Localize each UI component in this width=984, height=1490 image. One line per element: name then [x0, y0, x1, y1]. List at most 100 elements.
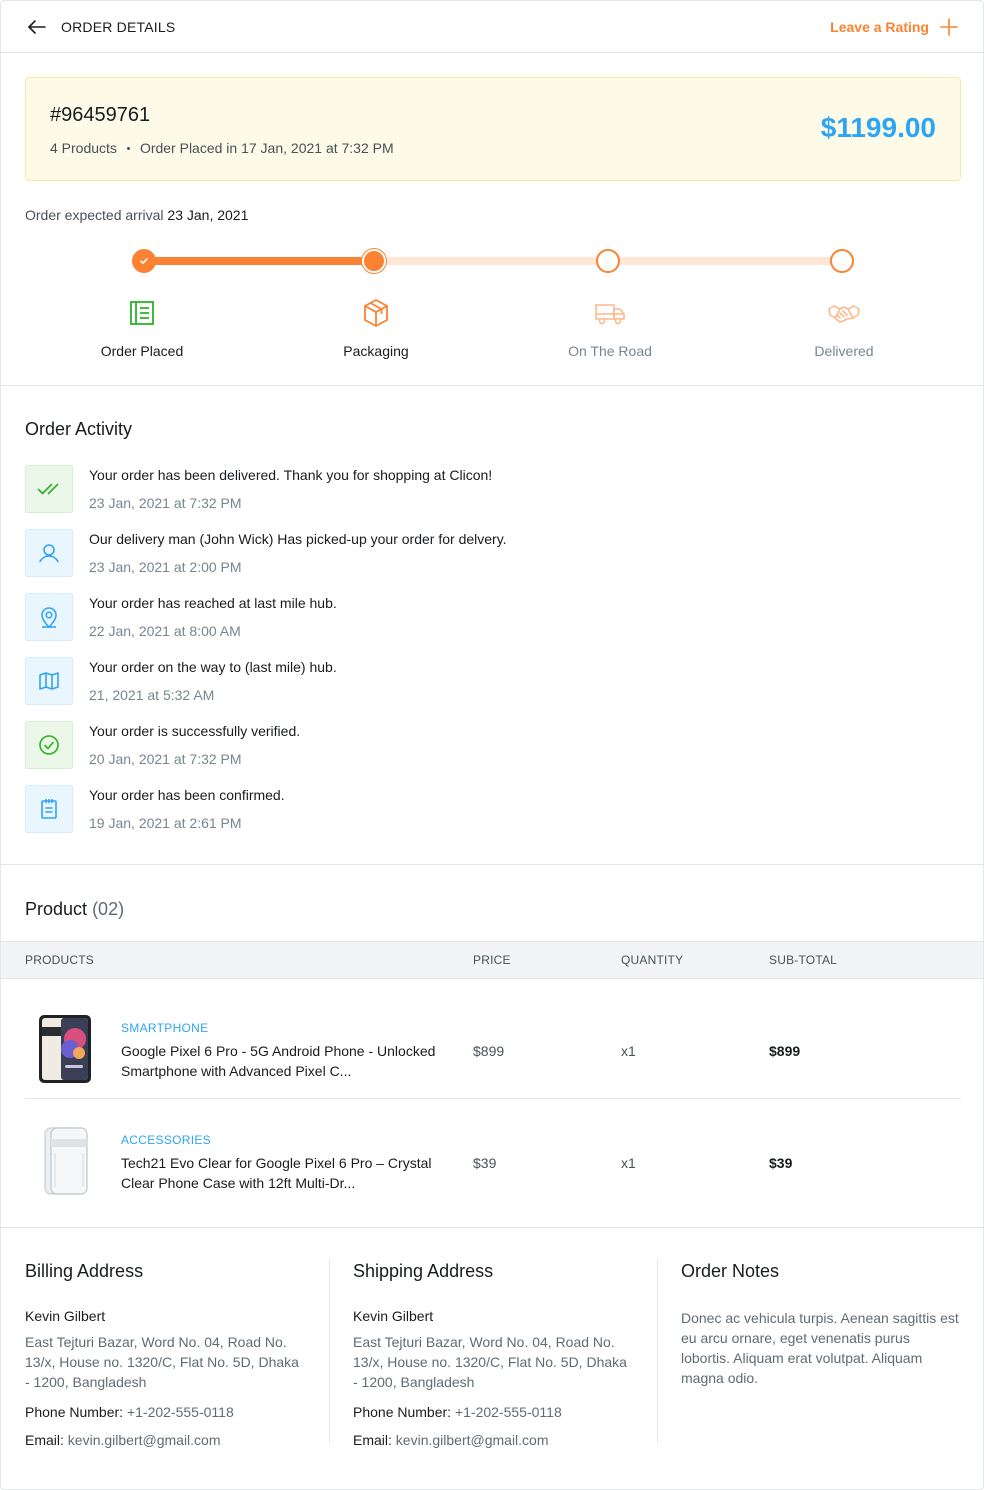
column-header-quantity: QUANTITY	[621, 953, 684, 967]
table-row[interactable]: ACCESSORIES Tech21 Evo Clear for Google …	[25, 1099, 961, 1211]
billing-email-value: kevin.gilbert@gmail.com	[67, 1432, 221, 1448]
map-pin-icon	[25, 593, 73, 641]
activity-time: 23 Jan, 2021 at 2:00 PM	[89, 559, 242, 575]
package-icon	[360, 297, 392, 329]
column-divider	[657, 1259, 658, 1443]
arrival-date: 23 Jan, 2021	[167, 207, 249, 223]
order-id: #96459761	[50, 104, 151, 126]
billing-address-block: Billing Address Kevin Gilbert East Tejtu…	[25, 1261, 305, 1460]
order-details-panel: ORDER DETAILS Leave a Rating #96459761 4…	[0, 0, 984, 1490]
order-meta: 4 Products Order Placed in 17 Jan, 2021 …	[50, 140, 394, 156]
product-section-title: Product (02)	[25, 899, 124, 920]
product-price: $39	[473, 1155, 497, 1171]
shipping-phone: Phone Number: +1-202-555-0118	[353, 1404, 633, 1420]
product-image-case[interactable]	[35, 1125, 95, 1197]
billing-name: Kevin Gilbert	[25, 1308, 106, 1324]
activity-item: Our delivery man (John Wick) Has picked-…	[25, 529, 925, 577]
step-label-order-placed: Order Placed	[100, 343, 184, 359]
table-header: PRODUCTS PRICE QUANTITY SUB-TOTAL	[1, 941, 983, 979]
activity-time: 19 Jan, 2021 at 2:61 PM	[89, 815, 242, 831]
table-row[interactable]: SMARTPHONE Google Pixel 6 Pro - 5G Andro…	[25, 987, 961, 1099]
products-count: 4 Products	[50, 140, 117, 156]
product-category: SMARTPHONE	[121, 1021, 209, 1035]
activity-time: 23 Jan, 2021 at 7:32 PM	[89, 495, 242, 511]
product-name[interactable]: Google Pixel 6 Pro - 5G Android Phone - …	[121, 1041, 441, 1081]
billing-email-label: Email:	[25, 1432, 64, 1448]
shipping-address-text: East Tejturi Bazar, Word No. 04, Road No…	[353, 1334, 627, 1390]
step-dot-packaging	[362, 249, 386, 273]
order-notes-block: Order Notes Donec ac vehicula turpis. Ae…	[681, 1261, 961, 1388]
step-label-on-the-road: On The Road	[568, 343, 652, 359]
leave-rating-button[interactable]: Leave a Rating	[830, 17, 959, 37]
activity-time: 22 Jan, 2021 at 8:00 AM	[89, 623, 241, 639]
column-divider	[329, 1259, 330, 1443]
activity-text: Your order has been confirmed.	[89, 787, 285, 803]
map-icon	[25, 657, 73, 705]
truck-icon	[594, 297, 626, 329]
billing-phone-value: +1-202-555-0118	[126, 1404, 234, 1420]
product-category: ACCESSORIES	[121, 1133, 211, 1147]
progress-fill	[144, 257, 374, 265]
shipping-email-label: Email:	[353, 1432, 392, 1448]
product-quantity: x1	[621, 1043, 636, 1059]
shipping-address-title: Shipping Address	[353, 1261, 494, 1281]
step-dot-on-the-road	[596, 249, 620, 273]
double-check-icon	[25, 465, 73, 513]
step-label-packaging: Packaging	[343, 343, 409, 359]
billing-email: Email: kevin.gilbert@gmail.com	[25, 1432, 305, 1448]
activity-text: Your order has reached at last mile hub.	[89, 595, 337, 611]
activity-text: Your order is successfully verified.	[89, 723, 301, 739]
notepad-icon	[25, 785, 73, 833]
activity-time: 20 Jan, 2021 at 7:32 PM	[89, 751, 242, 767]
product-price: $899	[473, 1043, 505, 1059]
user-icon	[25, 529, 73, 577]
product-count: (02)	[92, 899, 125, 919]
product-title-label: Product	[25, 899, 88, 919]
billing-phone: Phone Number: +1-202-555-0118	[25, 1404, 305, 1420]
activity-item: Your order on the way to (last mile) hub…	[25, 657, 925, 705]
order-total: $1199.00	[820, 112, 936, 143]
shipping-address-block: Shipping Address Kevin Gilbert East Tejt…	[353, 1261, 633, 1460]
shipping-phone-value: +1-202-555-0118	[454, 1404, 562, 1420]
order-placed-date: Order Placed in 17 Jan, 2021 at 7:32 PM	[139, 140, 394, 156]
back-arrow-icon[interactable]	[25, 15, 49, 39]
product-name[interactable]: Tech21 Evo Clear for Google Pixel 6 Pro …	[121, 1153, 441, 1193]
separator-dot	[126, 146, 130, 150]
order-notes-title: Order Notes	[681, 1261, 780, 1281]
billing-address-text: East Tejturi Bazar, Word No. 04, Road No…	[25, 1334, 299, 1390]
divider	[1, 864, 983, 865]
notebook-icon	[126, 297, 158, 329]
order-summary-card: #96459761 4 Products Order Placed in 17 …	[25, 77, 961, 181]
shipping-name: Kevin Gilbert	[353, 1308, 434, 1324]
shipping-email: Email: kevin.gilbert@gmail.com	[353, 1432, 633, 1448]
product-subtotal: $39	[769, 1155, 793, 1171]
order-activity-title: Order Activity	[25, 419, 133, 439]
header-bar: ORDER DETAILS Leave a Rating	[1, 1, 983, 53]
column-header-products: PRODUCTS	[25, 953, 94, 967]
product-image-phone[interactable]	[35, 1013, 95, 1085]
expected-arrival: Order expected arrival 23 Jan, 2021	[25, 207, 248, 223]
step-dot-order-placed	[132, 249, 156, 273]
leave-rating-label: Leave a Rating	[830, 19, 929, 35]
order-notes-text: Donec ac vehicula turpis. Aenean sagitti…	[681, 1310, 959, 1386]
activity-text: Your order has been delivered. Thank you…	[89, 467, 493, 483]
product-subtotal: $899	[769, 1043, 801, 1059]
check-icon	[140, 258, 148, 264]
divider	[1, 385, 983, 386]
page-title: ORDER DETAILS	[61, 19, 176, 35]
handshake-icon	[828, 297, 860, 329]
shipping-email-value: kevin.gilbert@gmail.com	[395, 1432, 549, 1448]
activity-item: Your order has been confirmed. 19 Jan, 2…	[25, 785, 925, 833]
activity-item: Your order has been delivered. Thank you…	[25, 465, 925, 513]
column-header-subtotal: SUB-TOTAL	[769, 953, 838, 967]
activity-item: Your order is successfully verified. 20 …	[25, 721, 925, 769]
billing-phone-label: Phone Number:	[25, 1404, 124, 1420]
billing-address-title: Billing Address	[25, 1261, 144, 1281]
product-quantity: x1	[621, 1155, 636, 1171]
check-circle-icon	[25, 721, 73, 769]
column-header-price: PRICE	[473, 953, 511, 967]
step-dot-delivered	[830, 249, 854, 273]
step-label-delivered: Delivered	[814, 343, 874, 359]
activity-text: Our delivery man (John Wick) Has picked-…	[89, 531, 507, 547]
arrival-label: Order expected arrival	[25, 207, 164, 223]
